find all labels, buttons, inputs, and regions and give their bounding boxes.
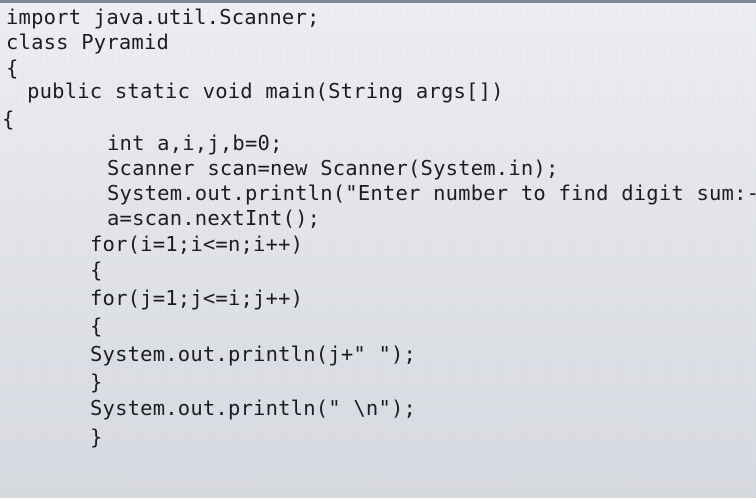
code-line-outer-open-brace: { (90, 258, 103, 282)
code-line-outer-close-brace: } (90, 425, 103, 449)
code-line-inner-close-brace: } (90, 370, 103, 394)
code-line-prompt-print: System.out.println("Enter number to find… (107, 181, 756, 205)
code-line-variable-declaration: int a,i,j,b=0; (107, 131, 283, 155)
code-editor-screen: import java.util.Scanner; class Pyramid … (0, 0, 756, 498)
code-line-print-j: System.out.println(j+" "); (90, 342, 417, 366)
code-line-import: import java.util.Scanner; (6, 5, 320, 29)
code-line-print-newline: System.out.println(" \n"); (90, 396, 417, 420)
code-line-main-method: public static void main(String args[]) (2, 79, 504, 103)
code-line-class-open-brace: { (6, 56, 19, 80)
code-line-read-input: a=scan.nextInt(); (107, 206, 321, 230)
code-line-inner-open-brace: { (90, 314, 103, 338)
code-line-class-declaration: class Pyramid (6, 30, 170, 54)
code-line-inner-for: for(j=1;j<=i;j++) (90, 286, 304, 310)
code-line-scanner-init: Scanner scan=new Scanner(System.in); (107, 156, 559, 180)
code-line-outer-for: for(i=1;i<=n;i++) (90, 232, 304, 256)
code-line-main-open-brace: { (2, 107, 15, 131)
